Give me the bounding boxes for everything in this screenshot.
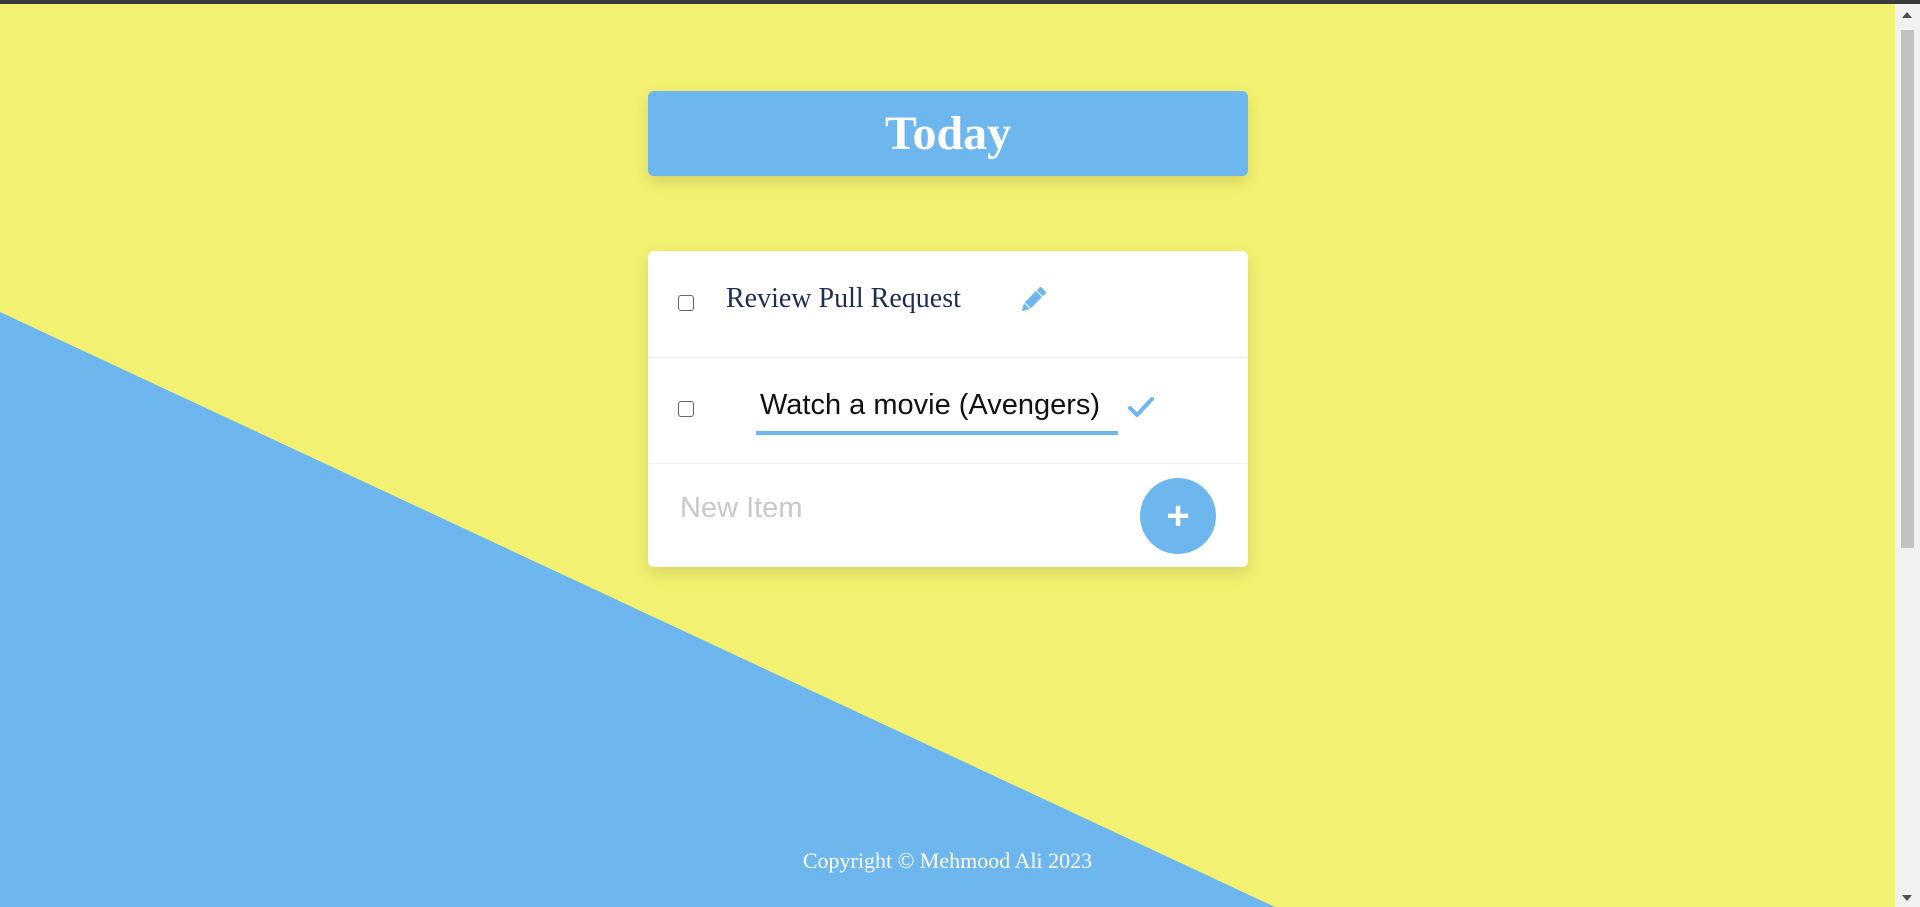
browser-top-border: [0, 0, 1920, 4]
vertical-scrollbar[interactable]: [1895, 4, 1920, 907]
todo-card: Review Pull Request +: [648, 251, 1248, 567]
page-title: Today: [884, 107, 1012, 160]
edit-item-input[interactable]: [756, 379, 1118, 435]
add-item-button[interactable]: +: [1140, 478, 1216, 554]
pencil-icon[interactable]: [1016, 283, 1050, 317]
footer-copyright: Copyright © Mehmood Ali 2023: [802, 848, 1093, 873]
todo-item-label: Review Pull Request: [726, 283, 961, 314]
scroll-up-icon[interactable]: [1902, 12, 1912, 18]
todo-checkbox[interactable]: [678, 401, 694, 417]
todo-item-editing: [648, 357, 1248, 464]
scroll-down-icon[interactable]: [1902, 895, 1912, 901]
new-item-input[interactable]: [680, 483, 1100, 533]
todo-item: Review Pull Request: [648, 251, 1248, 358]
heading-box: Today: [648, 91, 1248, 176]
todo-checkbox[interactable]: [678, 295, 694, 311]
check-icon[interactable]: [1126, 393, 1156, 423]
scrollbar-thumb[interactable]: [1901, 30, 1914, 548]
